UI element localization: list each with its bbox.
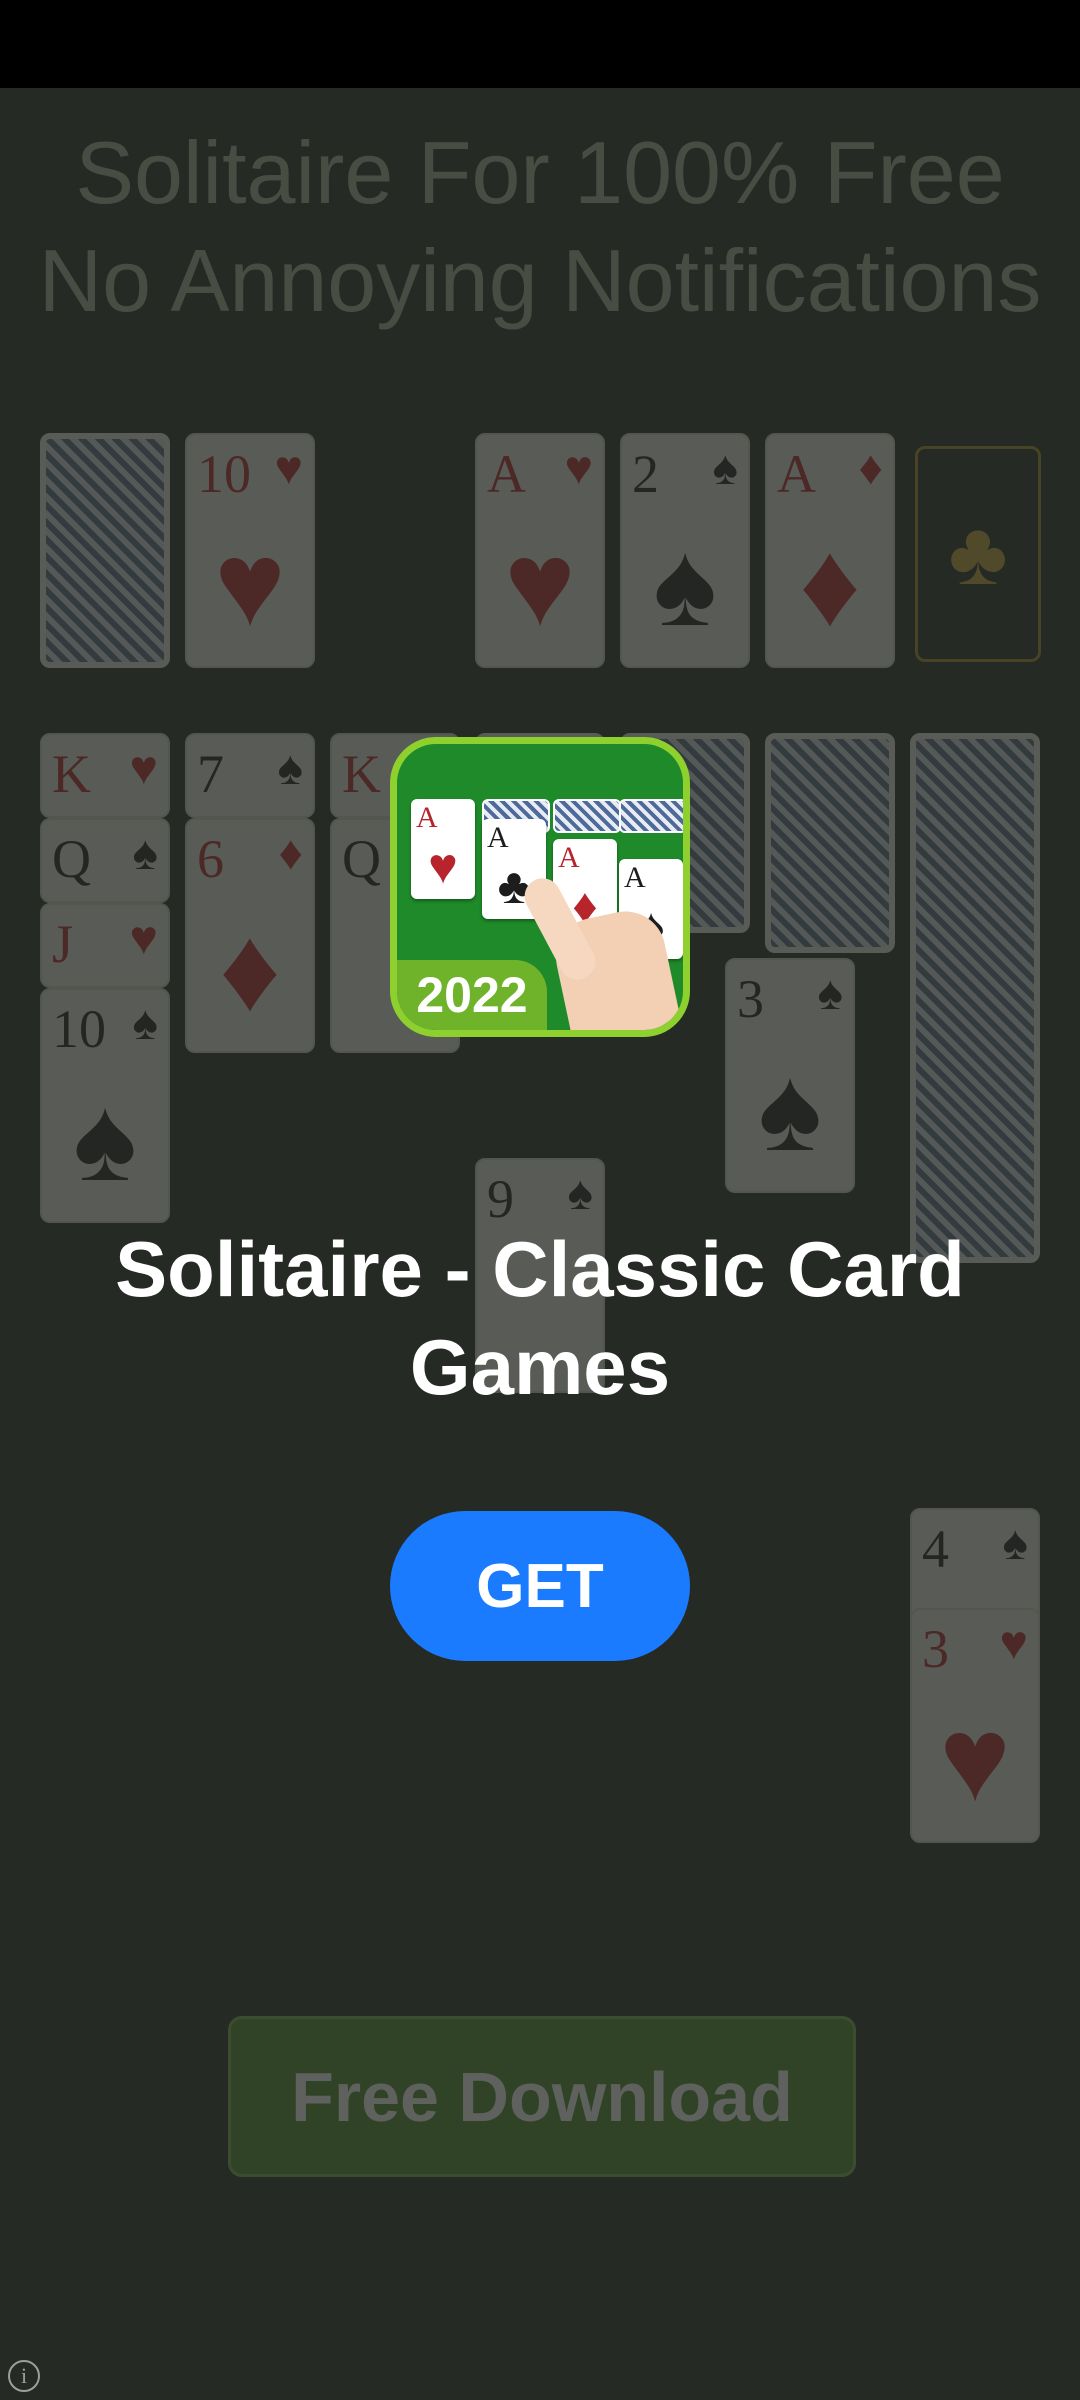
card-suit: ♦ (858, 442, 884, 495)
icon-card-back (553, 799, 621, 833)
card-suit: ♠ (1002, 1517, 1029, 1570)
card-rank: 10 (197, 444, 251, 504)
card-3-hearts: 3 ♥ ♥ (910, 1608, 1040, 1843)
card-2-spades: 2 ♠ ♠ (620, 433, 750, 668)
card-suit: ♥ (274, 442, 304, 495)
card-queen-spades: Q ♠ (40, 818, 170, 903)
icon-card-rank: A (416, 801, 438, 834)
card-rank: A (487, 444, 526, 504)
icon-card-rank: A (558, 841, 580, 874)
card-rank: K (52, 744, 91, 804)
info-icon[interactable]: i (8, 2360, 40, 2392)
card-10-hearts: 10 ♥ ♥ (185, 433, 315, 668)
heart-icon: ♥ (428, 838, 458, 894)
bg-free-download-button: Free Download (228, 2016, 856, 2177)
face-down-pile-6 (765, 733, 895, 953)
card-rank: J (52, 914, 74, 974)
card-suit: ♠ (817, 967, 844, 1020)
card-suit-large: ♦ (219, 902, 281, 1036)
app-title: Solitaire - Classic Card Games (115, 1225, 965, 1411)
bg-headline-line2: No Annoying Notifications (38, 231, 1042, 330)
icon-card-rank: A (624, 861, 646, 894)
card-3-spades: 3 ♠ ♠ (725, 958, 855, 1193)
stock-pile (40, 433, 170, 668)
card-suit-large: ♥ (214, 517, 286, 651)
card-10-spades: 10 ♠ ♠ (40, 988, 170, 1223)
card-suit: ♠ (712, 442, 739, 495)
card-rank: Q (52, 829, 91, 889)
card-suit: ♥ (129, 742, 159, 795)
status-bar (0, 0, 1080, 88)
card-rank: 3 (922, 1619, 949, 1679)
card-suit: ♥ (564, 442, 594, 495)
card-rank: 10 (52, 999, 106, 1059)
card-rank: 4 (922, 1519, 949, 1579)
card-suit-large: ♠ (653, 517, 717, 651)
card-6-diamonds: 6 ♦ ♦ (185, 818, 315, 1053)
card-7-spades: 7 ♠ (185, 733, 315, 818)
card-rank: 7 (197, 744, 224, 804)
club-foundation-slot: ♣ (915, 446, 1041, 662)
card-suit: ♠ (567, 1167, 594, 1220)
icon-card-ace-hearts: A ♥ (411, 799, 475, 899)
card-rank: 2 (632, 444, 659, 504)
card-suit: ♥ (129, 912, 159, 965)
card-ace-hearts: A ♥ ♥ (475, 433, 605, 668)
card-rank: Q (342, 829, 381, 889)
card-suit-large: ♠ (73, 1072, 137, 1206)
icon-card-back (619, 799, 683, 833)
face-down-pile-7 (910, 733, 1040, 1263)
card-suit: ♠ (132, 827, 159, 880)
card-suit: ♦ (278, 827, 304, 880)
card-rank: K (342, 744, 381, 804)
card-suit-large: ♦ (799, 517, 861, 651)
card-ace-diamonds: A ♦ ♦ (765, 433, 895, 668)
card-suit: ♥ (999, 1617, 1029, 1670)
get-button[interactable]: GET (390, 1511, 690, 1661)
icon-card-rank: A (487, 821, 509, 854)
bg-headline-line1: Solitaire For 100% Free (75, 123, 1005, 222)
card-suit-large: ♠ (758, 1042, 822, 1176)
card-rank: 3 (737, 969, 764, 1029)
card-suit: ♠ (132, 997, 159, 1050)
app-icon[interactable]: A ♥ A ♣ A ♦ A ♠ 2022 (390, 737, 690, 1037)
card-suit: ♠ (277, 742, 304, 795)
card-rank: 6 (197, 829, 224, 889)
card-king-hearts: K ♥ (40, 733, 170, 818)
year-badge: 2022 (397, 960, 547, 1030)
card-rank: A (777, 444, 816, 504)
card-suit-large: ♥ (939, 1692, 1011, 1826)
card-suit-large: ♥ (504, 517, 576, 651)
card-jack-hearts: J ♥ (40, 903, 170, 988)
